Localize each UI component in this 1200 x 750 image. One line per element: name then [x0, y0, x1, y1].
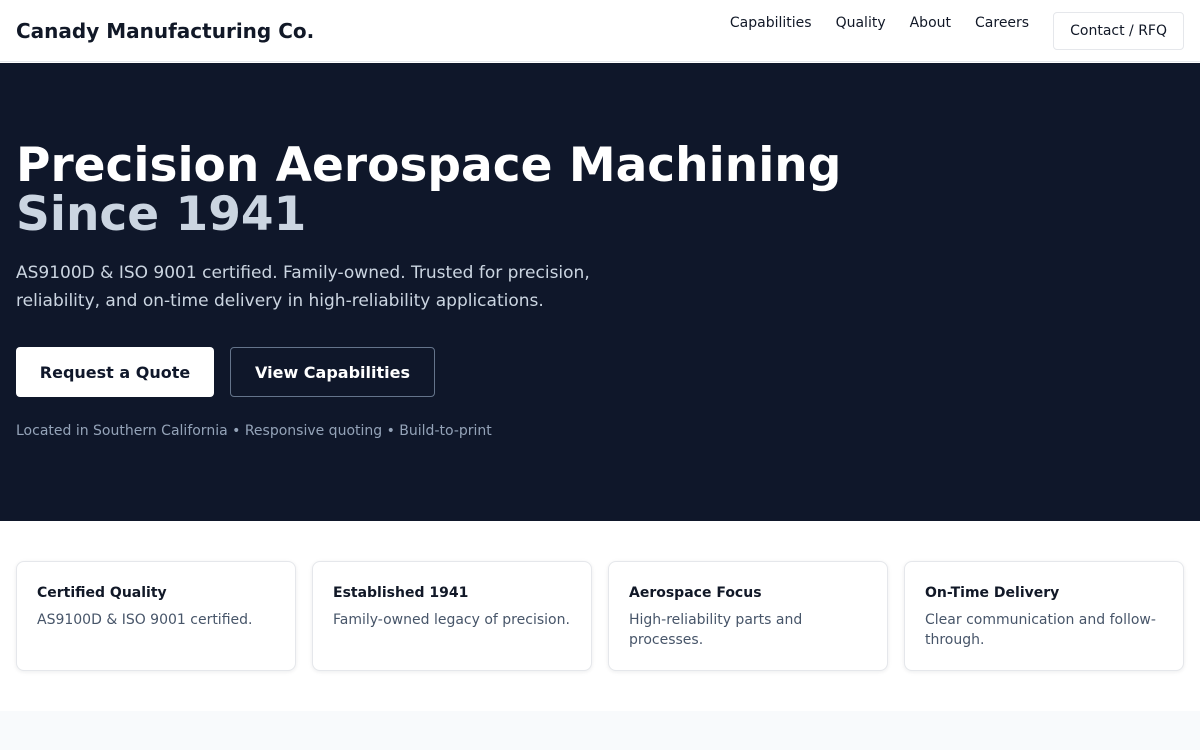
feature-card-established: Established 1941 Family-owned legacy of …	[312, 561, 592, 671]
hero-section: Precision Aerospace Machining Since 1941…	[0, 63, 1200, 521]
feature-card-title: Established 1941	[333, 585, 469, 601]
feature-card-text: Clear communication and follow-through.	[925, 612, 1156, 648]
feature-card-aerospace-focus: Aerospace Focus High-reliability parts a…	[608, 561, 888, 671]
feature-card-on-time-delivery: On-Time Delivery Clear communication and…	[904, 561, 1184, 671]
hero-title-line1: Precision Aerospace Machining	[16, 138, 842, 193]
nav-link-about[interactable]: About	[910, 12, 951, 33]
site-header: Canady Manufacturing Co. Capabilities Qu…	[0, 0, 1200, 62]
hero-title-line2: Since 1941	[16, 187, 307, 242]
next-section-band	[0, 711, 1200, 750]
view-capabilities-button[interactable]: View Capabilities	[230, 347, 435, 397]
nav-link-careers[interactable]: Careers	[975, 12, 1029, 33]
feature-card-text: AS9100D & ISO 9001 certified.	[37, 612, 253, 628]
contact-rfq-button[interactable]: Contact / RFQ	[1053, 12, 1184, 50]
feature-card-text: Family-owned legacy of precision.	[333, 612, 570, 628]
main-nav: Capabilities Quality About Careers Conta…	[730, 12, 1184, 50]
hero-subtitle: AS9100D & ISO 9001 certified. Family-own…	[16, 263, 590, 311]
feature-card-text: High-reliability parts and processes.	[629, 612, 803, 648]
nav-link-quality[interactable]: Quality	[836, 12, 886, 33]
nav-link-capabilities[interactable]: Capabilities	[730, 12, 812, 33]
request-quote-button[interactable]: Request a Quote	[16, 347, 214, 397]
feature-card-certified-quality: Certified Quality AS9100D & ISO 9001 cer…	[16, 561, 296, 671]
brand-logo-text[interactable]: Canady Manufacturing Co.	[16, 18, 314, 44]
feature-card-title: Certified Quality	[37, 585, 167, 601]
features-section: Certified Quality AS9100D & ISO 9001 cer…	[0, 521, 1200, 711]
feature-card-title: On-Time Delivery	[925, 585, 1060, 601]
feature-card-title: Aerospace Focus	[629, 585, 762, 601]
hero-note: Located in Southern California • Respons…	[16, 423, 492, 439]
hero-title: Precision Aerospace Machining Since 1941	[16, 141, 841, 239]
